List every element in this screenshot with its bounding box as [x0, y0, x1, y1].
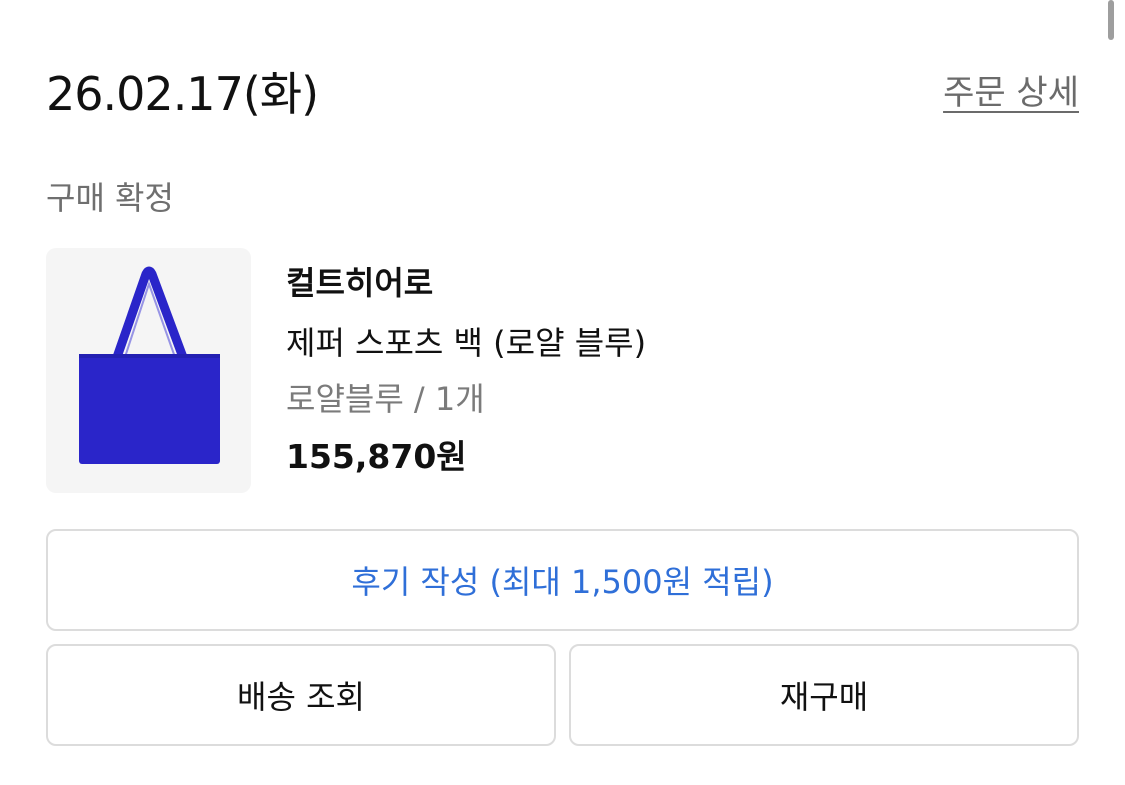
product-price: 155,870원 [286, 437, 467, 476]
tote-bag-image [79, 266, 220, 464]
track-delivery-button[interactable]: 배송 조회 [46, 644, 556, 746]
write-review-button[interactable]: 후기 작성 (최대 1,500원 적립) [46, 529, 1079, 631]
product-thumbnail[interactable] [46, 248, 251, 493]
product-brand[interactable]: 컬트히어로 [286, 261, 433, 305]
product-option: 로얄블루 / 1개 [286, 380, 485, 418]
product-name[interactable]: 제퍼 스포츠 백 (로얄 블루) [286, 321, 646, 365]
order-date: 26.02.17(화) [46, 67, 319, 121]
scrollbar[interactable] [1108, 0, 1114, 40]
order-status: 구매 확정 [46, 179, 174, 217]
rebuy-button[interactable]: 재구매 [569, 644, 1079, 746]
order-detail-link[interactable]: 주문 상세 [943, 70, 1079, 116]
